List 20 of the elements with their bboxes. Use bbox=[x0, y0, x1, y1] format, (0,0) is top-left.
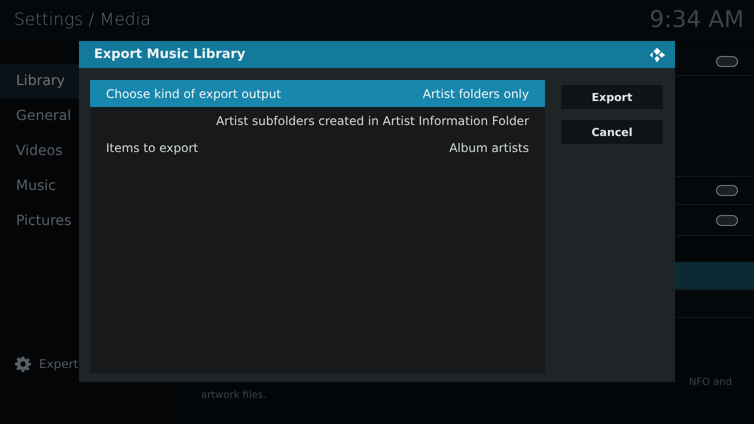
dialog-button[interactable]: Cancel bbox=[561, 120, 663, 144]
option-row[interactable]: Choose kind of export output Artist folders only bbox=[90, 80, 545, 107]
toggle-switch[interactable] bbox=[716, 214, 738, 226]
option-value: Artist subfolders created in Artist Information Folder bbox=[216, 114, 529, 128]
logo-icon bbox=[649, 46, 667, 64]
clock: 9:34 AM bbox=[649, 7, 744, 33]
option-label: Items to export bbox=[106, 140, 198, 154]
dialog-button[interactable]: Export bbox=[561, 85, 663, 109]
option-row[interactable]: Items to export Album artists bbox=[90, 134, 545, 161]
toggle-switch[interactable] bbox=[716, 185, 738, 196]
option-value: Album artists bbox=[449, 140, 529, 154]
description-text: artwork files. bbox=[201, 389, 268, 402]
option-row[interactable]: Artist subfolders created in Artist Information Folder bbox=[90, 107, 545, 134]
page-title: Settings / Media bbox=[14, 10, 151, 30]
option-value: Artist folders only bbox=[422, 86, 529, 100]
description-text: NFO and bbox=[688, 376, 733, 389]
option-label: Choose kind of export output bbox=[106, 86, 282, 100]
dialog-title: Export Music Library bbox=[94, 47, 246, 62]
gear-icon bbox=[15, 356, 31, 372]
toggle-switch[interactable] bbox=[716, 56, 738, 67]
